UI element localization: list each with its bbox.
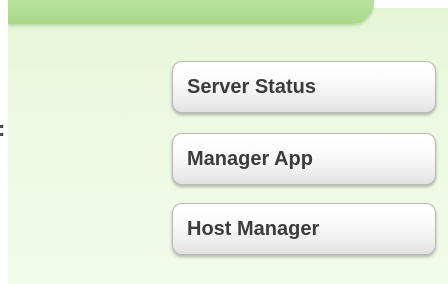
manager-app-label: Manager App [187,147,313,170]
host-manager-label: Host Manager [187,217,320,240]
header-bar [8,0,374,24]
manager-app-button[interactable]: Manager App [172,133,436,185]
cutoff-text: : [0,118,5,140]
server-status-button[interactable]: Server Status [172,61,436,113]
server-status-label: Server Status [187,75,316,98]
tomcat-manager-screen: : Server Status Manager App Host Manager [0,0,448,284]
host-manager-button[interactable]: Host Manager [172,203,436,255]
left-edge-fragment: : [0,0,8,284]
